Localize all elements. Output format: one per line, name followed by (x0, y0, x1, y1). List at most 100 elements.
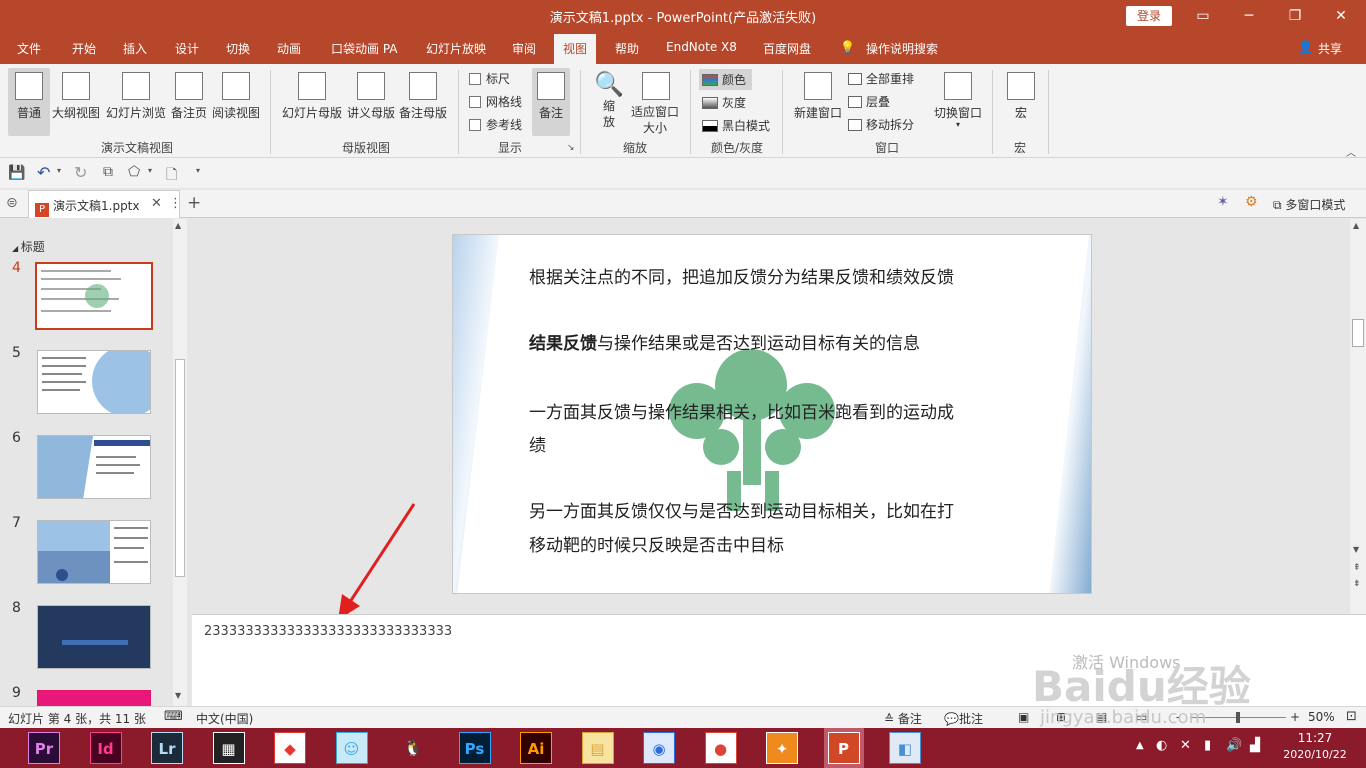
undo-icon[interactable]: ↶ (37, 163, 50, 182)
arrange-all-button[interactable]: 全部重排 (848, 70, 914, 87)
taskbar-qq-icon[interactable]: 🐧 (397, 732, 429, 764)
macros-button[interactable]: 宏 (1004, 72, 1038, 121)
slide-thumbnail-7[interactable] (37, 520, 151, 584)
close-button[interactable]: ✕ (1318, 0, 1364, 32)
outline-view-button[interactable]: 大纲视图 (51, 72, 101, 121)
tab-help[interactable]: 帮助 (615, 40, 639, 57)
zoom-button[interactable]: 🔍 缩放 (592, 70, 626, 130)
tab-home[interactable]: 开始 (72, 40, 96, 57)
notes-status-button[interactable]: ≙ 备注 (884, 710, 922, 727)
battery-tray-icon[interactable]: ▮ (1204, 738, 1211, 753)
tab-baidu-netdisk[interactable]: 百度网盘 (763, 40, 811, 57)
tab-insert[interactable]: 插入 (123, 40, 147, 57)
tab-file[interactable]: 文件 (17, 40, 41, 57)
color-button[interactable]: 颜色 (699, 69, 753, 90)
clock-date[interactable]: 2020/10/22 (1277, 748, 1353, 761)
more-options-icon[interactable]: ⋮ (169, 196, 182, 211)
taskbar-video-editor-icon[interactable]: ▦ (212, 732, 245, 764)
language-indicator[interactable]: 中文(中国) (196, 710, 253, 727)
multi-window-mode-button[interactable]: ⧉ 多窗口模式 (1273, 196, 1345, 213)
cascade-button[interactable]: 层叠 (848, 93, 890, 110)
taskbar-file-explorer-icon[interactable]: ▤ (581, 732, 614, 764)
signal-tray-icon[interactable]: ▟ (1250, 738, 1260, 753)
taskbar-powerpoint-icon[interactable]: P (823, 728, 864, 768)
spellcheck-icon[interactable]: ⌨ (164, 709, 183, 724)
tab-endnote[interactable]: EndNote X8 (666, 40, 737, 54)
slide-thumbnail-4[interactable] (35, 262, 153, 330)
taskbar-app-icon[interactable]: ✦ (766, 732, 798, 764)
ruler-checkbox[interactable]: 标尺 (469, 70, 510, 87)
taskbar-premiere-icon[interactable]: Pr (28, 732, 60, 764)
normal-view-icon[interactable]: ▣ (1018, 710, 1029, 724)
new-window-button[interactable]: 新建窗口 (792, 72, 844, 121)
taskbar-photoshop-icon[interactable]: Ps (458, 732, 491, 764)
scroll-up-icon[interactable]: ▲ (1353, 221, 1359, 230)
new-tab-icon[interactable]: + (187, 193, 201, 213)
redo-icon[interactable]: ↻ (74, 163, 87, 182)
zoom-in-button[interactable]: + (1290, 710, 1300, 724)
tab-review[interactable]: 审阅 (512, 40, 536, 57)
tab-animations[interactable]: 动画 (277, 40, 301, 57)
reading-view-button[interactable]: 阅读视图 (210, 72, 262, 121)
taskbar-illustrator-icon[interactable]: Ai (520, 732, 552, 764)
tab-slideshow[interactable]: 幻灯片放映 (426, 40, 486, 57)
scrollbar-thumb[interactable] (1352, 319, 1364, 347)
slide-thumbnail-8[interactable] (37, 605, 151, 669)
network-tray-icon[interactable]: ✕ (1180, 738, 1191, 753)
notes-pane[interactable]: 233333333333333333333333333333 激活 Window… (192, 614, 1366, 711)
login-button[interactable]: 登录 (1126, 6, 1172, 26)
next-slide-icon[interactable]: ⇟ (1353, 579, 1361, 589)
guides-checkbox[interactable]: 参考线 (469, 116, 522, 133)
customize-qat-icon[interactable]: ▾ (196, 166, 200, 175)
scroll-down-icon[interactable]: ▼ (1353, 545, 1359, 554)
slide-thumbnail-9[interactable] (37, 690, 151, 706)
zoom-level[interactable]: 50% (1308, 710, 1335, 724)
scrollbar-thumb[interactable] (175, 359, 185, 577)
tell-me-search[interactable]: 操作说明搜索 (866, 40, 938, 57)
grayscale-button[interactable]: 灰度 (702, 94, 746, 111)
tab-view[interactable]: 视图 (554, 34, 597, 64)
move-split-button[interactable]: 移动拆分 (848, 116, 914, 133)
fit-slide-icon[interactable]: ⊡ (1346, 709, 1357, 724)
comments-status-button[interactable]: 💬批注 (944, 710, 983, 727)
slide-canvas[interactable]: 根据关注点的不同，把追加反馈分为结果反馈和绩效反馈 结果反馈与操作结果或是否达到… (452, 234, 1092, 594)
scroll-up-icon[interactable]: ▲ (175, 221, 181, 230)
from-beginning-icon[interactable]: ⧉ (103, 164, 113, 180)
slide-sorter-button[interactable]: 幻灯片浏览 (104, 72, 168, 121)
notes-master-button[interactable]: 备注母版 (398, 72, 448, 121)
scroll-down-icon[interactable]: ▼ (175, 691, 181, 700)
restore-button[interactable]: ❐ (1272, 0, 1318, 32)
taskbar-app-icon[interactable]: ◆ (274, 732, 306, 764)
ribbon-display-icon[interactable]: ▭ (1180, 0, 1226, 32)
document-tab[interactable]: P 演示文稿1.pptx ✕ ⋮ (28, 190, 182, 218)
section-header[interactable]: ◢ 标题 (12, 238, 45, 255)
tab-transitions[interactable]: 切换 (226, 40, 250, 57)
editor-scrollbar[interactable]: ▲ ▼ ⇞ ⇟ (1350, 219, 1366, 614)
previous-slide-icon[interactable]: ⇞ (1353, 563, 1361, 573)
collapse-ribbon-icon[interactable]: ︿ (1346, 144, 1356, 159)
thumbnail-scrollbar[interactable]: ▲ ▼ (173, 219, 187, 706)
taskbar-chrome-icon[interactable]: ● (704, 732, 737, 764)
taskbar-browser-icon[interactable]: ◉ (643, 732, 675, 764)
close-tab-icon[interactable]: ✕ (151, 196, 162, 211)
qq-tray-icon[interactable]: ◐ (1156, 738, 1167, 753)
tab-list-icon[interactable]: ⊜ (6, 195, 18, 211)
notes-text[interactable]: 233333333333333333333333333333 (204, 624, 452, 639)
gear-icon[interactable]: ⚙ (1245, 194, 1258, 210)
tab-pocket-animation[interactable]: 口袋动画 PA (331, 40, 398, 57)
handout-master-button[interactable]: 讲义母版 (346, 72, 396, 121)
new-document-icon[interactable]: 🗋 (166, 164, 177, 188)
magic-wand-icon[interactable]: ✶ (1217, 194, 1229, 210)
dialog-launcher-icon[interactable]: ↘ (567, 143, 575, 153)
clock-time[interactable]: 11:27 (1277, 731, 1353, 745)
switch-window-button[interactable]: 切换窗口 ▾ (932, 72, 984, 129)
fit-to-window-button[interactable]: 适应窗口大小 (630, 72, 682, 136)
tab-design[interactable]: 设计 (175, 40, 199, 57)
zoom-slider-thumb[interactable] (1236, 712, 1240, 723)
notes-toggle-button[interactable]: 备注 (532, 68, 570, 136)
taskbar-notes-icon[interactable]: ◧ (889, 732, 921, 764)
normal-view-button[interactable]: 普通 (8, 68, 50, 136)
share-button[interactable]: 共享 (1318, 40, 1342, 57)
taskbar-lightroom-icon[interactable]: Lr (151, 732, 183, 764)
gridlines-checkbox[interactable]: 网格线 (469, 93, 522, 110)
